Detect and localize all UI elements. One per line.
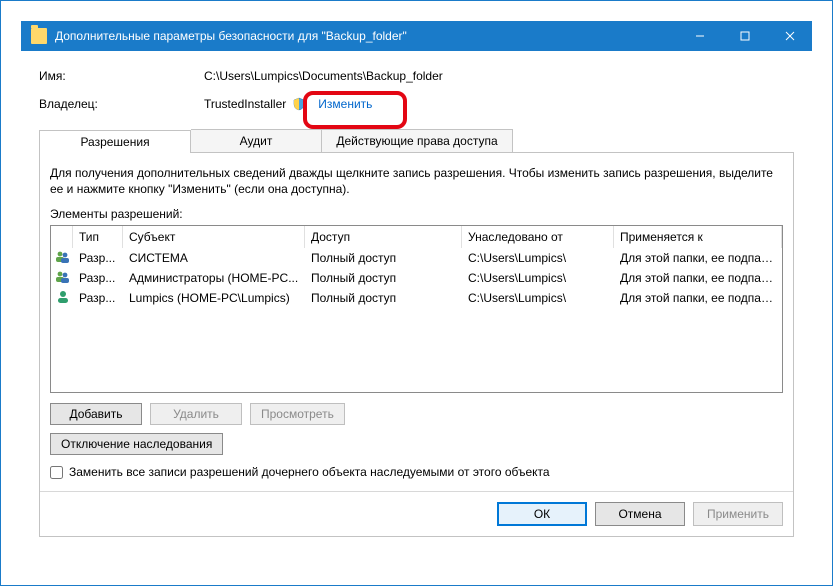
window-title: Дополнительные параметры безопасности дл…	[55, 29, 407, 43]
col-header-icon[interactable]	[51, 226, 73, 248]
client-area: Имя: C:\Users\Lumpics\Documents\Backup_f…	[21, 51, 812, 565]
col-header-subject[interactable]: Субъект	[123, 226, 305, 248]
tab-strip: Разрешения Аудит Действующие права досту…	[39, 129, 794, 153]
list-item[interactable]: Разр... Lumpics (HOME-PC\Lumpics) Полный…	[51, 288, 782, 308]
name-label: Имя:	[39, 69, 204, 83]
titlebar[interactable]: Дополнительные параметры безопасности дл…	[21, 21, 812, 51]
hint-text: Для получения дополнительных сведений дв…	[50, 165, 783, 197]
tab-permissions[interactable]: Разрешения	[39, 130, 191, 153]
user-icon	[55, 290, 71, 304]
separator	[40, 491, 793, 492]
entry-buttons: Добавить Удалить Просмотреть	[50, 403, 783, 425]
remove-button: Удалить	[150, 403, 242, 425]
minimize-button[interactable]	[677, 21, 722, 51]
col-header-type[interactable]: Тип	[73, 226, 123, 248]
permission-entries-list[interactable]: Тип Субъект Доступ Унаследовано от Приме…	[50, 225, 783, 393]
tab-audit[interactable]: Аудит	[191, 129, 322, 152]
replace-children-checkbox-row[interactable]: Заменить все записи разрешений дочернего…	[50, 465, 783, 479]
maximize-button[interactable]	[722, 21, 767, 51]
tab-panel-permissions: Для получения дополнительных сведений дв…	[39, 153, 794, 537]
owner-value-group: TrustedInstaller Изменить	[204, 97, 372, 111]
apply-button: Применить	[693, 502, 783, 526]
name-value: C:\Users\Lumpics\Documents\Backup_folder	[204, 69, 443, 83]
replace-children-label: Заменить все записи разрешений дочернего…	[69, 465, 550, 479]
permission-entries-label: Элементы разрешений:	[50, 207, 783, 221]
tab-effective-access[interactable]: Действующие права доступа	[322, 129, 513, 152]
col-header-access[interactable]: Доступ	[305, 226, 462, 248]
list-header: Тип Субъект Доступ Унаследовано от Приме…	[51, 226, 782, 248]
cancel-button[interactable]: Отмена	[595, 502, 685, 526]
list-item[interactable]: Разр... СИСТЕМА Полный доступ C:\Users\L…	[51, 248, 782, 268]
dialog-buttons: ОК Отмена Применить	[50, 502, 783, 526]
add-button[interactable]: Добавить	[50, 403, 142, 425]
owner-label: Владелец:	[39, 97, 204, 111]
list-body: Разр... СИСТЕМА Полный доступ C:\Users\L…	[51, 248, 782, 308]
view-button: Просмотреть	[250, 403, 345, 425]
list-item[interactable]: Разр... Администраторы (HOME-PC... Полны…	[51, 268, 782, 288]
col-header-inherited[interactable]: Унаследовано от	[462, 226, 614, 248]
disable-inheritance-button[interactable]: Отключение наследования	[50, 433, 223, 455]
group-icon	[55, 270, 71, 284]
shield-icon	[292, 97, 306, 111]
ok-button[interactable]: ОК	[497, 502, 587, 526]
advanced-security-window: Дополнительные параметры безопасности дл…	[0, 0, 833, 586]
folder-icon	[31, 28, 47, 44]
close-button[interactable]	[767, 21, 812, 51]
col-header-applies[interactable]: Применяется к	[614, 226, 782, 248]
owner-value: TrustedInstaller	[204, 97, 286, 111]
owner-row: Владелец: TrustedInstaller Изменить	[39, 93, 794, 115]
group-icon	[55, 250, 71, 264]
window-controls	[677, 21, 812, 51]
name-row: Имя: C:\Users\Lumpics\Documents\Backup_f…	[39, 65, 794, 87]
inheritance-buttons: Отключение наследования	[50, 433, 783, 455]
owner-change-link[interactable]: Изменить	[318, 97, 372, 111]
replace-children-checkbox[interactable]	[50, 466, 63, 479]
